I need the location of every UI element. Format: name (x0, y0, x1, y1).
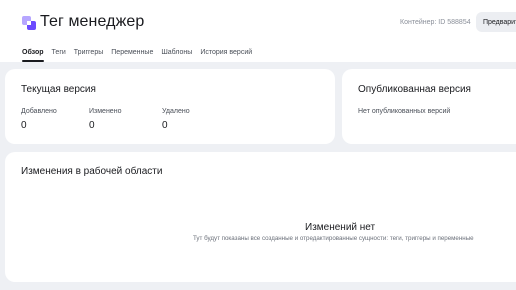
stat-changed-value: 0 (89, 120, 95, 131)
tab-templates[interactable]: Шаблоны (161, 48, 192, 62)
stat-added-value: 0 (21, 120, 27, 131)
container-id-label: Контейнер: ID 588854 (400, 19, 471, 26)
published-version-card: Опубликованная версия Нет опубликованных… (342, 69, 516, 144)
empty-state-title: Изменений нет (305, 222, 376, 233)
tab-tags[interactable]: Теги (52, 48, 66, 62)
workspace-changes-title: Изменения в рабочей области (21, 166, 163, 177)
tab-variables[interactable]: Переменные (111, 48, 153, 62)
page-title: Тег менеджер (40, 13, 145, 30)
stat-deleted-value: 0 (162, 120, 168, 131)
app-header: Тег менеджер Контейнер: ID 588854 Предва… (0, 0, 516, 62)
no-published-versions-text: Нет опубликованных версий (358, 108, 451, 115)
stat-added-label: Добавлено (21, 108, 57, 115)
tab-bar: Обзор Теги Триггеры Переменные Шаблоны И… (22, 48, 252, 62)
gtm-logo-icon (22, 16, 36, 30)
stat-deleted-label: Удалено (162, 108, 190, 115)
preview-button[interactable]: Предварительный просмотр (476, 12, 516, 32)
tab-overview[interactable]: Обзор (22, 48, 44, 62)
stat-changed-label: Изменено (89, 108, 122, 115)
current-version-card: Текущая версия Добавлено 0 Изменено 0 Уд… (5, 69, 335, 144)
published-version-title: Опубликованная версия (358, 84, 471, 95)
empty-state-description: Тут будут показаны все созданные и отред… (193, 235, 474, 242)
workspace-changes-card: Изменения в рабочей области Изменений не… (5, 152, 516, 282)
tab-triggers[interactable]: Триггеры (74, 48, 103, 62)
current-version-title: Текущая версия (21, 84, 96, 95)
tab-version-history[interactable]: История версий (200, 48, 252, 62)
